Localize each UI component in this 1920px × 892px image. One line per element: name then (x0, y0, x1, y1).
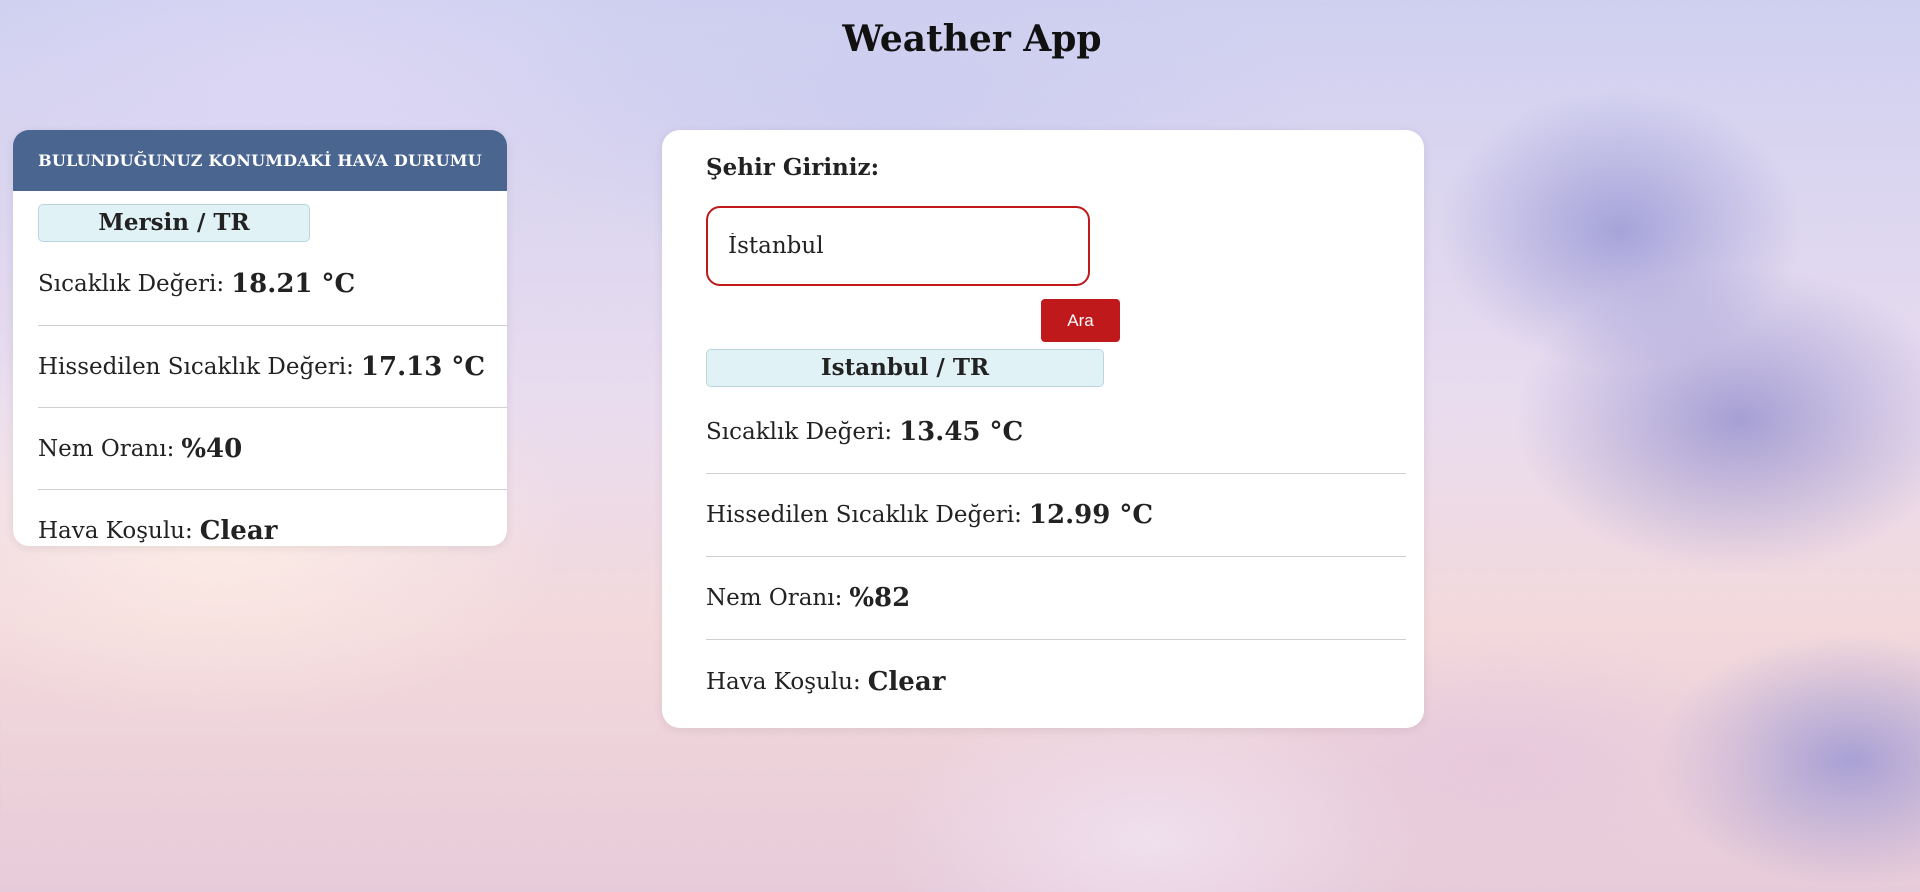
temperature-label: Sıcaklık Değeri: (706, 419, 893, 445)
condition-value: Clear (199, 516, 278, 546)
city-input-label: Şehir Giriniz: (706, 154, 880, 181)
feels-like-value: 12.99 °C (1028, 500, 1154, 530)
humidity-label: Nem Oranı: (706, 585, 843, 611)
humidity-value: %40 (181, 433, 243, 464)
temperature-row: Sıcaklık Değeri: 13.45 °C (706, 391, 1406, 474)
city-search-card: Şehir Giriniz: Ara Istanbul / TR Sıcaklı… (662, 130, 1424, 728)
feels-like-row: Hissedilen Sıcaklık Değeri: 12.99 °C (706, 474, 1406, 557)
feels-like-label: Hissedilen Sıcaklık Değeri: (706, 502, 1022, 528)
humidity-row: Nem Oranı: %82 (706, 557, 1406, 640)
result-city: Istanbul / TR (706, 349, 1104, 387)
temperature-label: Sıcaklık Değeri: (38, 270, 225, 297)
humidity-row: Nem Oranı: %40 (38, 408, 507, 490)
current-location-details: Sıcaklık Değeri: 18.21 °C Hissedilen Sıc… (38, 242, 507, 546)
temperature-value: 18.21 °C (231, 268, 356, 299)
feels-like-label: Hissedilen Sıcaklık Değeri: (38, 353, 354, 380)
current-location-weather-card: BULUNDUĞUNUZ KONUMDAKİ HAVA DURUMU Mersi… (13, 130, 507, 546)
condition-label: Hava Koşulu: (38, 518, 193, 544)
page-title: Weather App (842, 18, 1102, 60)
feels-like-row: Hissedilen Sıcaklık Değeri: 17.13 °C (38, 326, 507, 408)
current-location-city: Mersin / TR (38, 204, 310, 242)
humidity-value: %82 (849, 583, 911, 613)
condition-label: Hava Koşulu: (706, 668, 861, 695)
result-details: Sıcaklık Değeri: 13.45 °C Hissedilen Sıc… (706, 391, 1406, 723)
condition-row: Hava Koşulu: Clear (706, 640, 1406, 723)
temperature-value: 13.45 °C (899, 417, 1024, 447)
condition-row: Hava Koşulu: Clear (38, 490, 507, 546)
feels-like-value: 17.13 °C (360, 351, 486, 382)
city-search-input[interactable] (706, 206, 1090, 286)
condition-value: Clear (867, 666, 946, 697)
current-location-header: BULUNDUĞUNUZ KONUMDAKİ HAVA DURUMU (13, 130, 507, 191)
search-button[interactable]: Ara (1041, 299, 1120, 342)
temperature-row: Sıcaklık Değeri: 18.21 °C (38, 242, 507, 326)
humidity-label: Nem Oranı: (38, 435, 175, 462)
